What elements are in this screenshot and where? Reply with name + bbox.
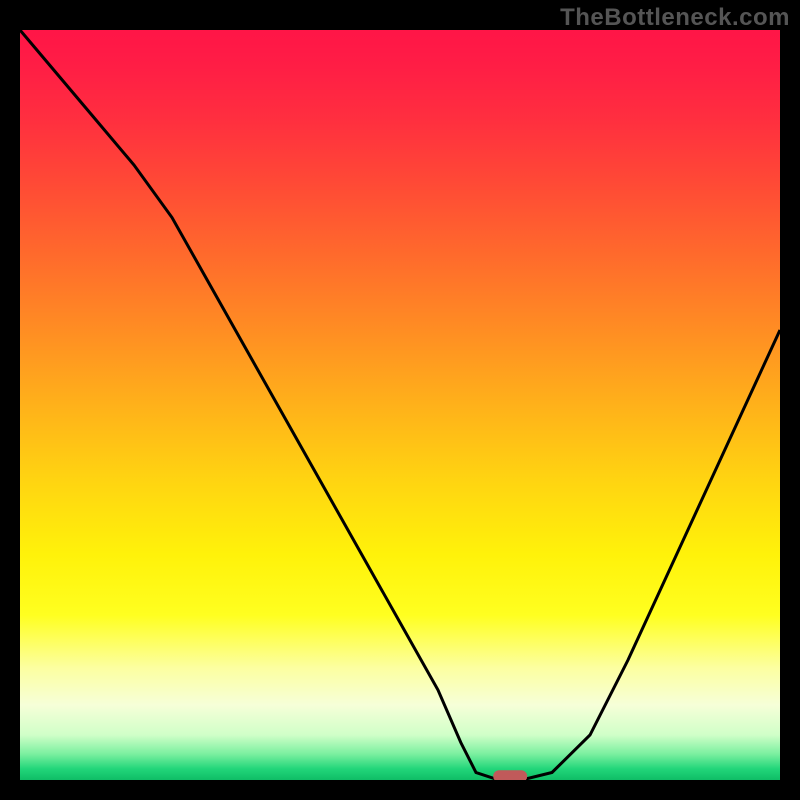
bottleneck-chart-svg (20, 30, 780, 780)
plot-area (20, 30, 780, 780)
watermark-text: TheBottleneck.com (560, 4, 790, 32)
chart-frame: TheBottleneck.com (0, 0, 800, 800)
gradient-background (20, 30, 780, 780)
optimal-point-marker (493, 770, 527, 780)
